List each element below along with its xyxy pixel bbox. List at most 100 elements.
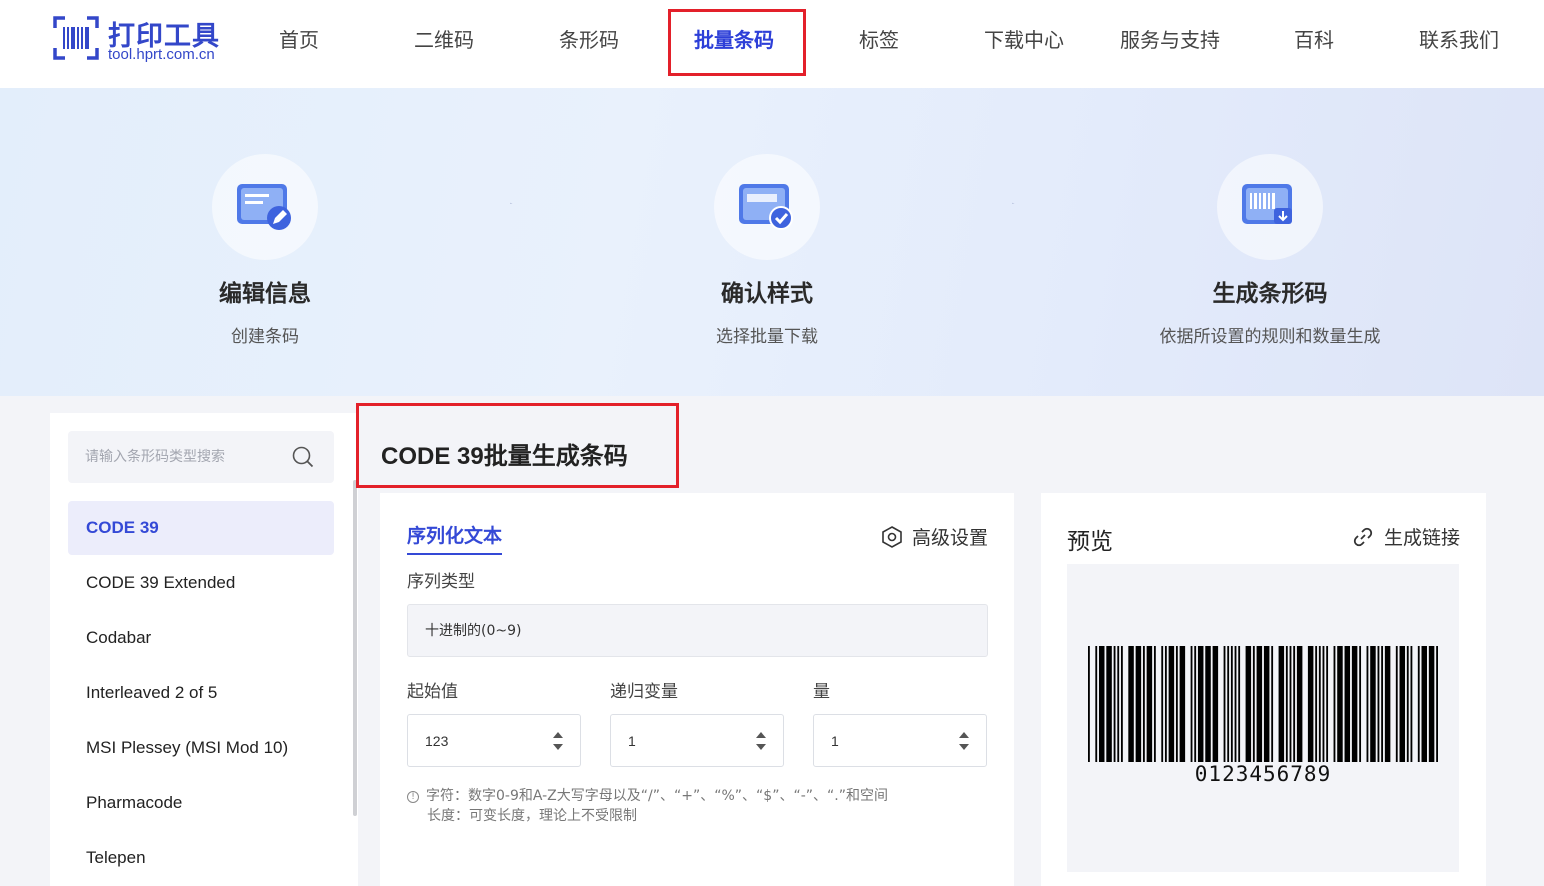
barcode-bar: [1234, 646, 1237, 762]
barcode-bar: [1117, 646, 1120, 762]
search-icon[interactable]: [292, 446, 314, 468]
generate-link-button[interactable]: 生成链接: [1352, 523, 1460, 550]
type-search-input[interactable]: [68, 431, 288, 483]
sequence-type-label: 序列类型: [407, 572, 475, 592]
barcode-bar: [1168, 646, 1175, 762]
preview-panel: 预览 生成链接 0123456789: [1041, 493, 1486, 886]
stepper-arrows-icon[interactable]: [958, 729, 970, 753]
type-item-code39[interactable]: CODE 39: [68, 501, 334, 555]
nav-service-support[interactable]: 服务与支持: [1110, 24, 1230, 56]
step-edit-info: 编辑信息 创建条码: [115, 154, 415, 347]
site-logo[interactable]: 打印工具 tool.hprt.com.cn: [52, 12, 222, 66]
barcode-bar: [1190, 646, 1193, 762]
barcode-bar: [1205, 646, 1211, 762]
type-item-msi-plessey[interactable]: MSI Plessey (MSI Mod 10): [68, 721, 334, 775]
count-value-text[interactable]: 1: [831, 715, 839, 767]
barcode-bar: [1245, 646, 1252, 762]
barcode-bar: [1285, 646, 1288, 762]
type-item-code39-extended[interactable]: CODE 39 Extended: [68, 556, 334, 610]
nav-highlight-box: [668, 9, 806, 76]
barcode-bar: [1410, 646, 1413, 762]
barcode-bar: [1318, 646, 1321, 762]
nav-encyclopedia[interactable]: 百科: [1265, 24, 1363, 56]
barcode-bar: [1088, 646, 1090, 762]
edit-form-icon: [237, 184, 291, 230]
barcode-bar: [1417, 646, 1420, 762]
barcode-bar: [1399, 646, 1406, 762]
barcode-bar: [1120, 646, 1123, 762]
info-icon: !: [407, 791, 419, 803]
title-highlight-box: [356, 403, 679, 488]
barcode-human-readable-text: 0123456789: [1194, 762, 1332, 786]
barcode-bar: [1351, 646, 1358, 762]
step-title: 生成条形码: [1212, 281, 1328, 307]
barcode-bar: [1333, 646, 1336, 762]
barcode-bar: [1098, 646, 1105, 762]
tab-serialized-text[interactable]: 序列化文本: [407, 521, 503, 555]
type-item-telepen[interactable]: Telepen: [68, 831, 334, 885]
start-value-label: 起始值: [407, 682, 458, 702]
barcode-bar: [1223, 646, 1226, 762]
barcode-bar: [1436, 646, 1438, 762]
barcode-bar: [1230, 646, 1233, 762]
barcode-bar: [1197, 646, 1204, 762]
barcode-bar: [1146, 646, 1153, 762]
barcode-bar: [1344, 646, 1351, 762]
barcode-preview-area: 0123456789: [1067, 564, 1459, 872]
barcode-bar: [1252, 646, 1255, 762]
barcode-bar: [1095, 646, 1098, 762]
barcode-bar: [1135, 646, 1142, 762]
step-value-stepper[interactable]: 1: [610, 714, 784, 767]
barcode-bar: [1142, 646, 1145, 762]
sequence-type-select[interactable]: 十进制的(0~9): [407, 604, 988, 657]
barcode-bar: [1106, 646, 1112, 762]
start-value-stepper[interactable]: 123: [407, 714, 581, 767]
nav-qrcode[interactable]: 二维码: [395, 24, 493, 56]
barcode-bar: [1406, 646, 1409, 762]
barcode-bar: [1238, 646, 1241, 762]
nav-home[interactable]: 首页: [250, 24, 348, 56]
step-desc: 选择批量下载: [716, 327, 818, 347]
barcode-bar: [1315, 646, 1318, 762]
barcode-bar: [1359, 646, 1362, 762]
barcode-bar: [1289, 646, 1292, 762]
nav-barcode[interactable]: 条形码: [540, 24, 638, 56]
barcode-bar: [1164, 646, 1167, 762]
type-item-pharmacode[interactable]: Pharmacode: [68, 776, 334, 830]
nav-labels[interactable]: 标签: [830, 24, 928, 56]
stepper-arrows-icon[interactable]: [552, 729, 564, 753]
barcode-bar: [1278, 646, 1285, 762]
start-value-text[interactable]: 123: [425, 715, 448, 767]
step-value-text[interactable]: 1: [628, 715, 636, 767]
barcode-bar: [1212, 646, 1219, 762]
charset-hint-text: 字符：数字0-9和A-Z大写字母以及“/”、“+”、“%”、“$”、“-”、“.…: [426, 788, 888, 804]
barcode-bar: [1175, 646, 1178, 762]
barcode-bar: [1395, 646, 1398, 762]
barcode-bar: [1227, 646, 1230, 762]
step-icon-circle: [714, 154, 820, 260]
length-hint: 长度：可变长度，理论上不受限制: [427, 808, 637, 824]
type-item-codabar[interactable]: Codabar: [68, 611, 334, 665]
stepper-arrows-icon[interactable]: [755, 729, 767, 753]
barcode-bar: [1113, 646, 1116, 762]
logo-domain: tool.hprt.com.cn: [108, 46, 215, 63]
nav-contact-us[interactable]: 联系我们: [1410, 24, 1508, 56]
barcode-bar: [1322, 646, 1325, 762]
nav-download-center[interactable]: 下载中心: [975, 24, 1073, 56]
serialization-form-panel: 序列化文本 高级设置 序列类型 十进制的(0~9) 起始值 递归变量 量 123…: [380, 493, 1014, 886]
advanced-settings-button[interactable]: 高级设置: [880, 523, 988, 550]
sidebar-scrollbar[interactable]: [353, 480, 357, 816]
barcode-bar: [1293, 646, 1296, 762]
type-item-interleaved-2-of-5[interactable]: Interleaved 2 of 5: [68, 666, 334, 720]
barcode-bar: [1384, 646, 1391, 762]
step-desc: 创建条码: [231, 327, 299, 347]
step-icon-circle: [1217, 154, 1323, 260]
count-stepper[interactable]: 1: [813, 714, 987, 767]
step-desc: 依据所设置的规则和数量生成: [1159, 327, 1381, 347]
process-banner: 编辑信息 创建条码 确认样式 选择批量下载 生成条形码 依据所设置的规则和数量生…: [0, 88, 1544, 396]
barcode-image: [1088, 646, 1438, 762]
step-title: 确认样式: [721, 281, 813, 307]
step-icon-circle: [212, 154, 318, 260]
generate-link-label: 生成链接: [1383, 527, 1460, 549]
barcode-bar: [1326, 646, 1329, 762]
